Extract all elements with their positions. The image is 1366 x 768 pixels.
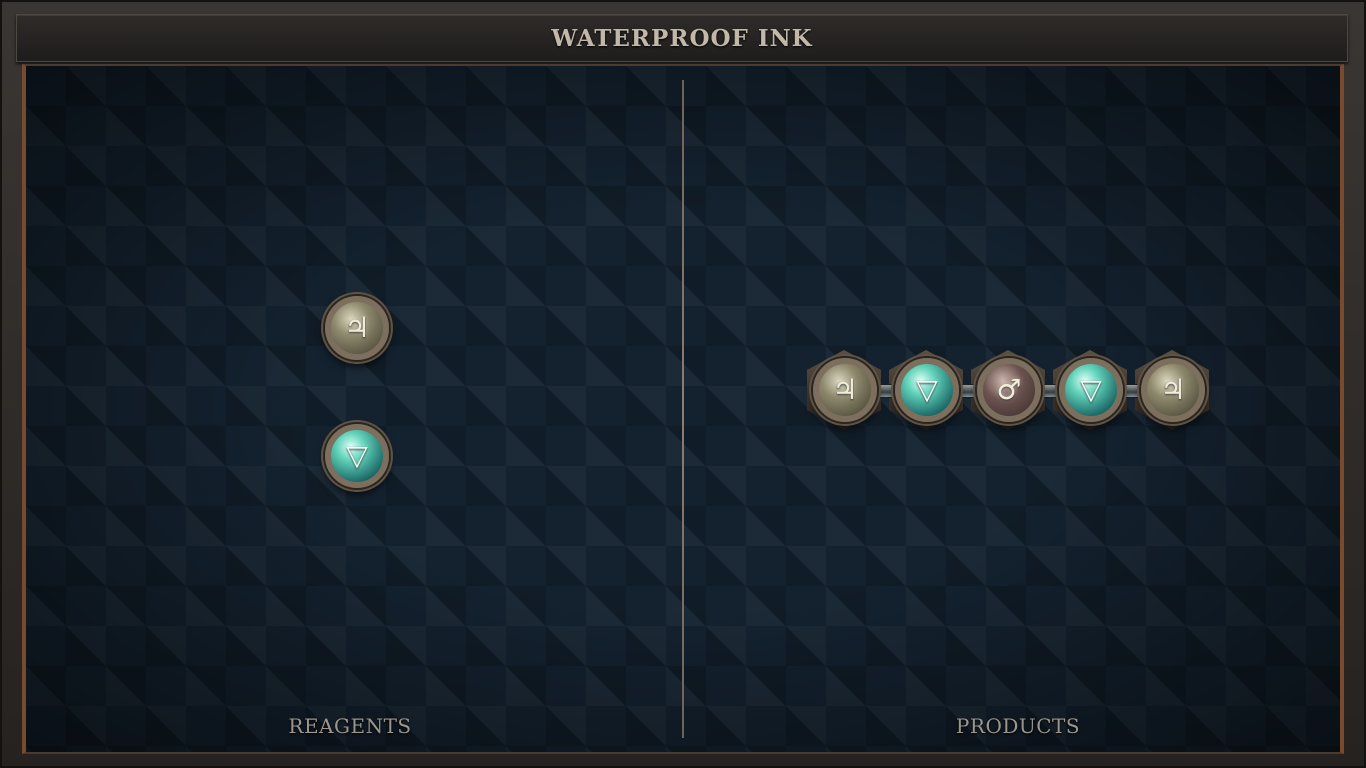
reagent-water-atom[interactable]: ▽	[325, 424, 389, 488]
panel-divider	[682, 80, 684, 738]
title-bar: WATERPROOF INK	[16, 14, 1348, 62]
water-glyph-icon: ▽	[1080, 373, 1102, 406]
salt-glyph-icon: ♃	[832, 373, 858, 406]
reagent-salt-atom[interactable]: ♃	[325, 296, 389, 360]
salt-glyph-icon: ♃	[344, 311, 370, 344]
water-glyph-icon: ▽	[916, 373, 938, 406]
product-salt-atom: ♃	[813, 358, 877, 422]
product-salt-atom: ♃	[1141, 358, 1205, 422]
puzzle-title: WATERPROOF INK	[551, 24, 813, 52]
products-label: PRODUCTS	[955, 714, 1081, 738]
product-water-atom: ▽	[895, 358, 959, 422]
salt-glyph-icon: ♃	[1160, 373, 1186, 406]
water-glyph-icon: ▽	[346, 439, 368, 472]
product-water-atom: ▽	[1059, 358, 1123, 422]
iron-glyph-icon: ♂	[996, 373, 1022, 406]
product-iron-atom: ♂	[977, 358, 1041, 422]
reagents-label: REAGENTS	[288, 714, 412, 738]
